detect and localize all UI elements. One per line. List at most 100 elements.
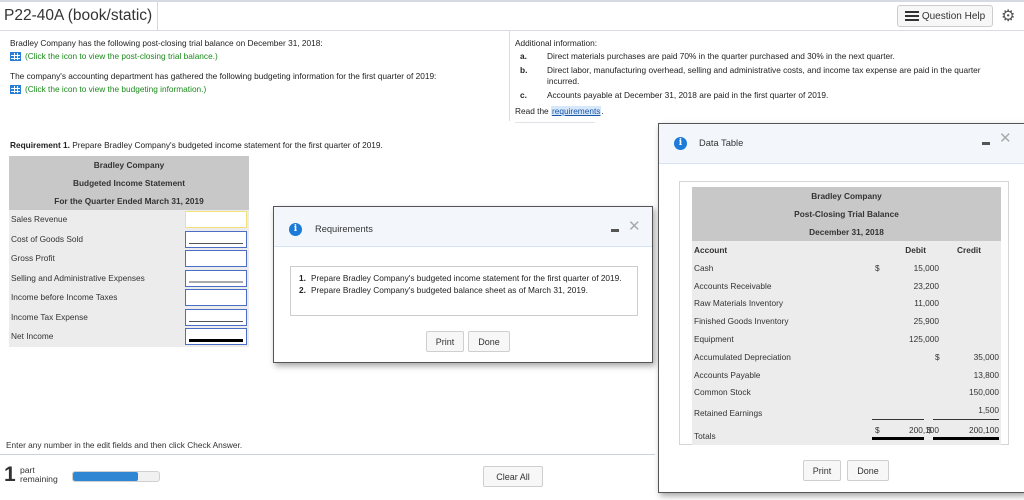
statement-company: Bradley Company xyxy=(93,160,165,170)
credit-symbol: $ xyxy=(935,351,940,362)
gear-icon[interactable]: ⚙ xyxy=(1001,6,1015,26)
requirement-item: 2. Prepare Bradley Company's budgeted ba… xyxy=(299,284,588,295)
account-cell: Cash xyxy=(694,262,714,273)
progress-bar xyxy=(72,471,160,482)
data-table-modal: i Data Table ✕ Bradley Company Post-Clos… xyxy=(658,123,1024,493)
page-title: P22-40A (book/static) xyxy=(0,2,158,30)
list-icon xyxy=(904,11,919,21)
close-icon[interactable]: ✕ xyxy=(628,217,641,235)
clear-all-button[interactable]: Clear All xyxy=(483,466,543,487)
table-body: Account Debit Credit Cash $15,000 Accounts… xyxy=(692,241,1001,446)
table-company: Bradley Company xyxy=(811,191,882,201)
debit-double-underline xyxy=(872,437,924,441)
instruction-text: Enter any number in the edit fields and … xyxy=(6,440,243,450)
read-requirements: Read the requirements. xyxy=(515,106,604,116)
account-cell: Equipment xyxy=(694,333,734,344)
table-date: December 31, 2018 xyxy=(809,227,884,237)
underline xyxy=(189,320,243,322)
net-income-input[interactable] xyxy=(185,328,247,345)
trial-balance-container: Bradley Company Post-Closing Trial Balan… xyxy=(679,181,1009,446)
underline xyxy=(189,242,243,244)
income-before-taxes-input[interactable] xyxy=(185,289,247,306)
table-row: Accumulated Depreciation $35,000 xyxy=(692,348,1001,366)
table-grid-icon[interactable] xyxy=(10,52,21,61)
budgeting-info-link[interactable]: (Click the icon to view the budgeting in… xyxy=(10,84,509,95)
trial-balance-intro: Bradley Company has the following post-c… xyxy=(10,38,323,48)
statement-period: For the Quarter Ended March 31, 2019 xyxy=(54,196,204,206)
requirements-link[interactable]: requirements xyxy=(550,106,602,116)
info-icon: i xyxy=(289,223,302,236)
problem-info: Bradley Company has the following post-c… xyxy=(0,31,510,121)
statement-row-income-before-taxes: Income before Income Taxes xyxy=(9,288,249,308)
income-tax-expense-input[interactable] xyxy=(185,308,247,326)
requirements-list: 1. Prepare Bradley Company's budgeted in… xyxy=(290,266,638,316)
cost-of-goods-sold-input[interactable] xyxy=(185,230,247,248)
table-row: Retained Earnings 1,500 xyxy=(692,401,1001,421)
debit-symbol: $ xyxy=(875,262,880,273)
additional-info-item: c. Accounts payable at December 31, 2018… xyxy=(520,90,829,100)
minimize-icon[interactable] xyxy=(982,142,990,145)
table-header: Bradley Company Post-Closing Trial Balan… xyxy=(692,187,1001,241)
debit-cell: 23,200 xyxy=(913,280,939,291)
table-row: Raw Materials Inventory 11,000 xyxy=(692,294,1001,312)
question-help-label: Question Help xyxy=(921,10,986,22)
statement-row-cogs: Cost of Goods Sold xyxy=(9,229,249,249)
table-grid-icon[interactable] xyxy=(10,85,21,94)
done-button[interactable]: Done xyxy=(468,331,510,352)
trial-balance-link-text[interactable]: (Click the icon to view the post-closing… xyxy=(25,51,218,62)
debit-cell: 125,000 xyxy=(909,333,939,344)
underline xyxy=(189,280,243,283)
modal-header: i Data Table ✕ xyxy=(659,124,1024,164)
statement-row-sales-revenue: Sales Revenue xyxy=(9,210,249,230)
divider xyxy=(0,454,655,455)
trial-balance-table: Bradley Company Post-Closing Trial Balan… xyxy=(692,187,1001,446)
statement-header: Bradley Company Budgeted Income Statemen… xyxy=(9,156,249,210)
progress-fill xyxy=(73,472,138,481)
sales-revenue-input[interactable] xyxy=(185,211,247,228)
done-button[interactable]: Done xyxy=(847,460,889,481)
budgeted-income-statement: Bradley Company Budgeted Income Statemen… xyxy=(9,156,249,347)
trial-balance-link[interactable]: (Click the icon to view the post-closing… xyxy=(10,51,509,62)
account-cell: Accumulated Depreciation xyxy=(694,351,791,362)
additional-info-heading: Additional information: xyxy=(515,38,598,48)
double-underline xyxy=(189,339,243,342)
parts-remaining-count: 1 xyxy=(4,463,16,486)
close-icon[interactable]: ✕ xyxy=(999,129,1012,147)
statement-title: Budgeted Income Statement xyxy=(72,178,186,188)
gross-profit-input[interactable] xyxy=(185,250,247,267)
modal-title: Data Table xyxy=(699,138,744,148)
account-cell: Raw Materials Inventory xyxy=(694,298,783,309)
credit-cell: 13,800 xyxy=(973,369,999,380)
account-cell: Accounts Payable xyxy=(694,369,761,380)
additional-info: Additional information: a. Direct materi… xyxy=(515,31,1020,117)
selling-admin-expenses-input[interactable] xyxy=(185,269,247,287)
table-report: Post-Closing Trial Balance xyxy=(794,209,899,219)
debit-cell: 11,000 xyxy=(914,298,939,309)
print-button[interactable]: Print xyxy=(803,460,841,481)
parts-remaining-label: part remaining xyxy=(20,465,58,484)
print-button[interactable]: Print xyxy=(426,331,464,352)
minimize-icon[interactable] xyxy=(611,229,619,232)
question-help-button[interactable]: Question Help xyxy=(897,5,993,27)
table-row: Common Stock 150,000 xyxy=(692,383,1001,401)
statement-row-income-tax: Income Tax Expense xyxy=(9,307,249,327)
account-cell: Retained Earnings xyxy=(694,408,763,419)
table-row: Finished Goods Inventory 25,900 xyxy=(692,312,1001,330)
modal-header: i Requirements ✕ xyxy=(274,207,652,247)
account-cell: Finished Goods Inventory xyxy=(694,316,789,327)
budgeting-info-link-text[interactable]: (Click the icon to view the budgeting in… xyxy=(25,84,206,95)
debit-cell: 25,900 xyxy=(913,316,939,327)
requirement-heading: Requirement 1. Prepare Bradley Company's… xyxy=(10,140,383,150)
statement-row-gross-profit: Gross Profit xyxy=(9,249,249,269)
requirement-item: 1. Prepare Bradley Company's budgeted in… xyxy=(299,273,622,283)
divider xyxy=(515,122,595,123)
budgeting-intro: The company's accounting department has … xyxy=(10,71,437,81)
account-cell: Accounts Receivable xyxy=(694,280,772,291)
statement-row-net-income: Net Income xyxy=(9,327,249,347)
totals-row: Totals $ 200,100 $ 200,100 xyxy=(692,419,1001,445)
table-row: Accounts Receivable 23,200 xyxy=(692,277,1001,295)
credit-double-underline xyxy=(933,437,999,441)
requirements-modal: i Requirements ✕ 1. Prepare Bradley Comp… xyxy=(273,206,653,363)
table-row: Accounts Payable 13,800 xyxy=(692,366,1001,384)
additional-info-item: a. Direct materials purchases are paid 7… xyxy=(520,51,895,61)
